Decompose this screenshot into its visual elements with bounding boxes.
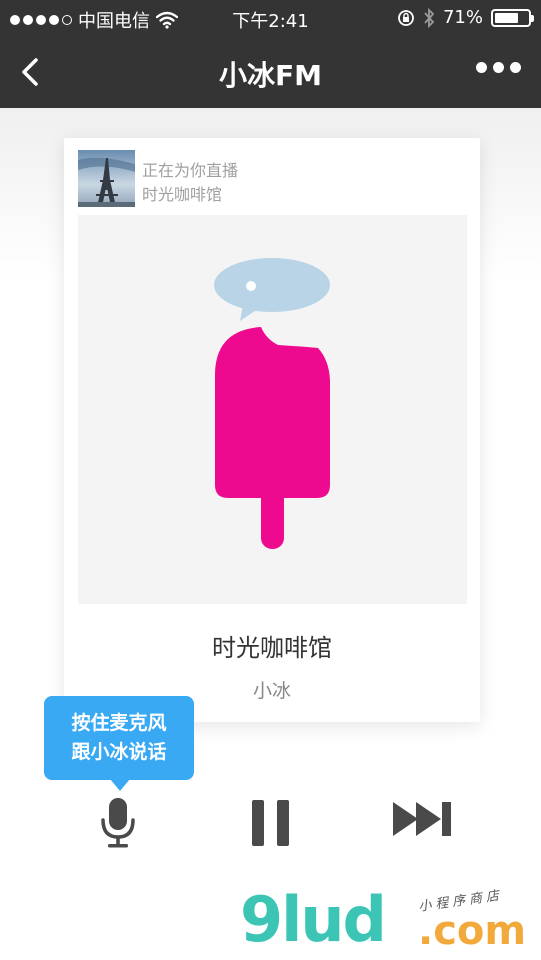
popsicle-body	[215, 327, 330, 498]
bubble-dot	[246, 281, 256, 291]
more-options-icon[interactable]	[476, 62, 521, 73]
microphone-icon[interactable]	[98, 796, 138, 850]
album-art	[78, 215, 467, 604]
station-name: 时光咖啡馆	[142, 185, 223, 204]
tooltip-line-2: 跟小冰说话	[71, 741, 167, 763]
battery-fill	[495, 12, 518, 23]
next-track-icon[interactable]	[393, 802, 453, 836]
song-title: 时光咖啡馆	[212, 634, 332, 662]
watermark-domain: .com	[418, 908, 527, 954]
now-playing-card: 正在为你直播 时光咖啡馆 时光咖啡馆 小冰	[64, 138, 480, 722]
battery-percent: 71%	[442, 7, 483, 28]
page-title: 小冰FM	[219, 59, 322, 92]
eiffel-tower-image	[78, 150, 135, 207]
speech-bubble-icon	[214, 258, 330, 312]
watermark-logo: 9lud	[240, 883, 387, 956]
nav-bar: 小冰FM	[0, 36, 541, 108]
rotation-lock-icon	[398, 9, 414, 26]
battery-icon	[491, 8, 534, 27]
pause-icon[interactable]	[250, 799, 292, 847]
station-thumbnail[interactable]	[78, 150, 135, 207]
live-status-label: 正在为你直播	[142, 161, 239, 180]
tooltip-line-1: 按住麦克风	[71, 712, 167, 734]
status-bar: 中国电信 下午2:41 71%	[0, 0, 541, 36]
watermark: 9lud 小程序商店 .com	[240, 880, 540, 960]
status-right: 71%	[397, 7, 534, 28]
bluetooth-icon	[424, 7, 435, 28]
mic-hint-tooltip: 按住麦克风 跟小冰说话	[44, 696, 194, 791]
popsicle-illustration	[214, 258, 330, 549]
